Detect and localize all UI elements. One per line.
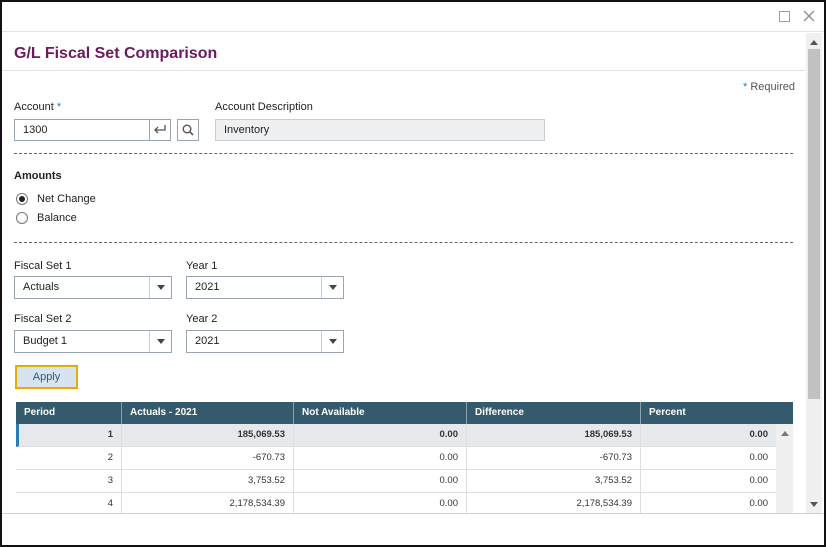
page-scrollbar[interactable]: [806, 33, 822, 513]
scroll-up-arrow-icon[interactable]: [806, 35, 822, 49]
cell-difference: 3,753.52: [467, 470, 641, 492]
column-header-actuals[interactable]: Actuals - 2021: [122, 402, 294, 424]
dialog-window: G/L Fiscal Set Comparison * Required Acc…: [0, 0, 826, 547]
fiscal-set-1-value: Actuals: [23, 281, 60, 293]
page-header: G/L Fiscal Set Comparison: [2, 33, 805, 71]
account-description-label: Account Description: [215, 101, 313, 113]
search-icon: [182, 124, 194, 136]
account-label: Account *: [14, 101, 61, 113]
account-search-button[interactable]: [177, 119, 199, 141]
grid-scrollbar[interactable]: [776, 424, 793, 513]
year-1-select[interactable]: 2021: [186, 276, 344, 299]
section-divider: [14, 153, 793, 154]
cell-percent: 0.00: [749, 475, 769, 486]
account-required-star: *: [56, 101, 62, 113]
cell-actuals: 185,069.53: [122, 424, 294, 446]
required-note: * Required: [743, 81, 795, 93]
required-star: *: [743, 81, 748, 93]
amounts-title: Amounts: [14, 170, 62, 182]
fiscal-set-1-select[interactable]: Actuals: [14, 276, 172, 299]
grid-header: Period Actuals - 2021 Not Available Diff…: [16, 402, 793, 424]
radio-net-change[interactable]: Net Change: [16, 193, 96, 205]
maximize-button[interactable]: [775, 7, 793, 25]
year-2-select[interactable]: 2021: [186, 330, 344, 353]
radio-net-change-label: Net Change: [37, 193, 96, 205]
table-row[interactable]: 3 3,753.52 0.00 3,753.52 0.00: [16, 470, 776, 493]
scroll-down-arrow-icon[interactable]: [806, 497, 822, 511]
year-2-value: 2021: [195, 335, 220, 347]
chevron-down-icon[interactable]: [321, 331, 343, 352]
column-header-period[interactable]: Period: [16, 402, 122, 424]
cell-not-available: 0.00: [294, 447, 467, 469]
cell-difference: 185,069.53: [467, 424, 641, 446]
column-header-difference[interactable]: Difference: [467, 402, 641, 424]
enter-icon: [153, 125, 166, 134]
scrollbar-thumb[interactable]: [808, 49, 820, 399]
apply-button[interactable]: Apply: [15, 365, 78, 389]
cell-difference: -670.73: [467, 447, 641, 469]
radio-balance[interactable]: Balance: [16, 212, 77, 224]
section-divider-2: [14, 242, 793, 243]
required-text: Required: [750, 81, 795, 93]
fiscal-set-2-value: Budget 1: [23, 335, 68, 347]
cell-percent: 0.00: [749, 498, 769, 509]
radio-net-change-button[interactable]: [16, 193, 28, 205]
footer-divider: [2, 513, 824, 514]
radio-balance-button[interactable]: [16, 212, 28, 224]
cell-not-available: 0.00: [294, 493, 467, 513]
table-row[interactable]: 4 2,178,534.39 0.00 2,178,534.39 0.00: [16, 493, 776, 513]
results-grid: Period Actuals - 2021 Not Available Diff…: [16, 402, 793, 513]
page-title: G/L Fiscal Set Comparison: [14, 45, 218, 62]
cell-difference: 2,178,534.39: [467, 493, 641, 513]
cell-percent: 0.00: [749, 452, 769, 463]
fiscal-set-1-label: Fiscal Set 1: [14, 260, 72, 272]
table-row[interactable]: 2 -670.73 0.00 -670.73 0.00: [16, 447, 776, 470]
close-icon: [803, 10, 815, 22]
column-header-not-available[interactable]: Not Available: [294, 402, 467, 424]
close-button[interactable]: [800, 7, 818, 25]
cell-period: 1: [16, 424, 122, 446]
grid-scroll-up-icon[interactable]: [776, 426, 793, 440]
fiscal-set-2-select[interactable]: Budget 1: [14, 330, 172, 353]
title-bar: [2, 2, 824, 32]
cell-actuals: 3,753.52: [122, 470, 294, 492]
column-header-percent[interactable]: Percent: [641, 402, 793, 424]
cell-percent: 0.00: [749, 429, 769, 440]
chevron-down-icon[interactable]: [149, 277, 171, 298]
cell-actuals: -670.73: [122, 447, 294, 469]
account-enter-button[interactable]: [149, 119, 171, 141]
cell-not-available: 0.00: [294, 470, 467, 492]
account-label-text: Account: [14, 101, 54, 113]
cell-period: 2: [16, 447, 122, 469]
maximize-icon: [778, 10, 790, 22]
table-row[interactable]: 1 185,069.53 0.00 185,069.53 0.00: [16, 424, 776, 447]
account-description-field: Inventory: [215, 119, 545, 141]
cell-period: 4: [16, 493, 122, 513]
cell-not-available: 0.00: [294, 424, 467, 446]
fiscal-set-2-label: Fiscal Set 2: [14, 313, 72, 325]
chevron-down-icon[interactable]: [321, 277, 343, 298]
cell-period: 3: [16, 470, 122, 492]
year-1-label: Year 1: [186, 260, 218, 272]
account-input[interactable]: 1300: [14, 119, 150, 141]
chevron-down-icon[interactable]: [149, 331, 171, 352]
cell-actuals: 2,178,534.39: [122, 493, 294, 513]
year-2-label: Year 2: [186, 313, 218, 325]
year-1-value: 2021: [195, 281, 220, 293]
radio-balance-label: Balance: [37, 212, 77, 224]
